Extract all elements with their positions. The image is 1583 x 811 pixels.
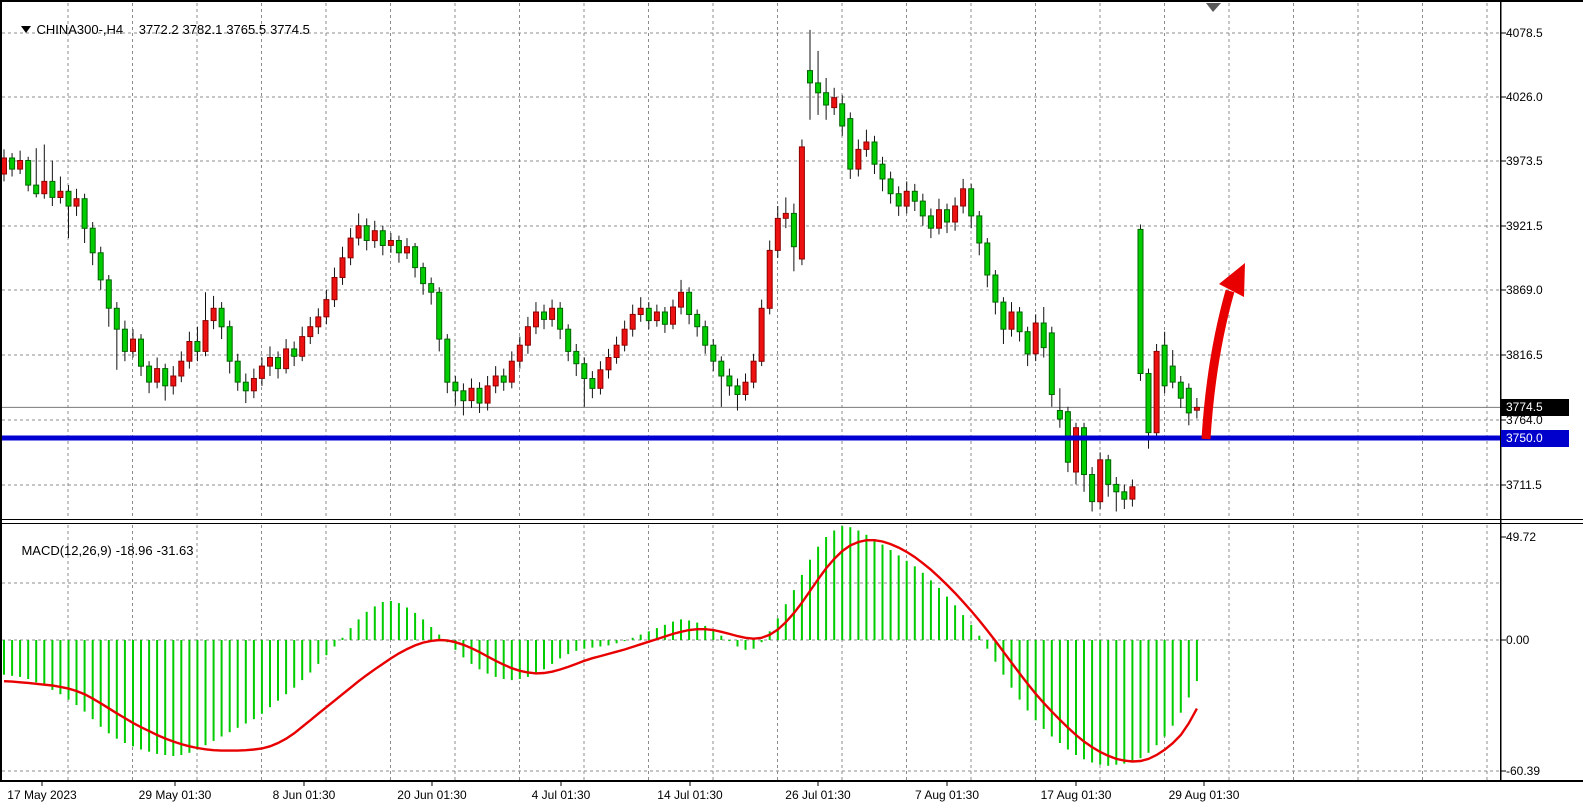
time-axis-label: 8 Jun 01:30 bbox=[273, 788, 336, 802]
trend-arrow[interactable] bbox=[1206, 263, 1245, 439]
ohlc-open: 3772.2 bbox=[139, 22, 179, 37]
chart-canvas[interactable] bbox=[0, 0, 1583, 811]
time-axis-label: 29 Aug 01:30 bbox=[1169, 788, 1240, 802]
macd-main-value: -18.96 bbox=[116, 543, 153, 558]
price-axis-label: 4078.5 bbox=[1506, 26, 1543, 40]
time-axis-label: 29 May 01:30 bbox=[139, 788, 212, 802]
symbol-menu-icon[interactable] bbox=[21, 22, 32, 31]
time-axis-label: 4 Jul 01:30 bbox=[532, 788, 591, 802]
current-price-tag: 3774.5 bbox=[1501, 399, 1569, 416]
price-axis-label: 3921.5 bbox=[1506, 219, 1543, 233]
macd-name: MACD(12,26,9) bbox=[21, 543, 111, 558]
time-axis-label: 26 Jul 01:30 bbox=[785, 788, 850, 802]
symbol-period-label: CHINA300-,H4 bbox=[36, 22, 123, 37]
time-axis-label: 17 Aug 01:30 bbox=[1041, 788, 1112, 802]
price-axis-label: 4026.0 bbox=[1506, 90, 1543, 104]
price-axis-label: 3869.0 bbox=[1506, 283, 1543, 297]
macd-axis-label: 49.72 bbox=[1506, 530, 1536, 544]
ohlc-close: 3774.5 bbox=[270, 22, 310, 37]
time-axis-label: 17 May 2023 bbox=[7, 788, 76, 802]
time-axis-label: 20 Jun 01:30 bbox=[397, 788, 466, 802]
price-axis-label: 3711.5 bbox=[1506, 478, 1542, 492]
macd-signal-line bbox=[4, 540, 1197, 761]
macd-axis-label: -60.39 bbox=[1506, 764, 1540, 778]
chart-window: CHINA300-,H4 3772.2 3782.13765.5 3774.5 MA… bbox=[0, 0, 1583, 811]
ohlc-high: 3782.1 bbox=[183, 22, 223, 37]
macd-indicator-label: MACD(12,26,9) -18.96 -31.63 bbox=[7, 528, 198, 573]
time-axis-label: 7 Aug 01:30 bbox=[915, 788, 979, 802]
price-axis-label: 3816.5 bbox=[1506, 348, 1543, 362]
chart-title: CHINA300-,H4 3772.2 3782.13765.5 3774.5 bbox=[7, 7, 314, 52]
grid-layer bbox=[2, 3, 1500, 780]
price-axis-label: 3973.5 bbox=[1506, 154, 1543, 168]
time-axis-label: 14 Jul 01:30 bbox=[657, 788, 722, 802]
macd-axis-label: 0.00 bbox=[1506, 633, 1529, 647]
macd-signal-value: -31.63 bbox=[157, 543, 194, 558]
spacer bbox=[127, 22, 131, 37]
support-price-tag: 3750.0 bbox=[1501, 430, 1569, 447]
current-bar-marker-icon bbox=[1206, 3, 1221, 12]
ohlc-low: 3765.5 bbox=[226, 22, 266, 37]
